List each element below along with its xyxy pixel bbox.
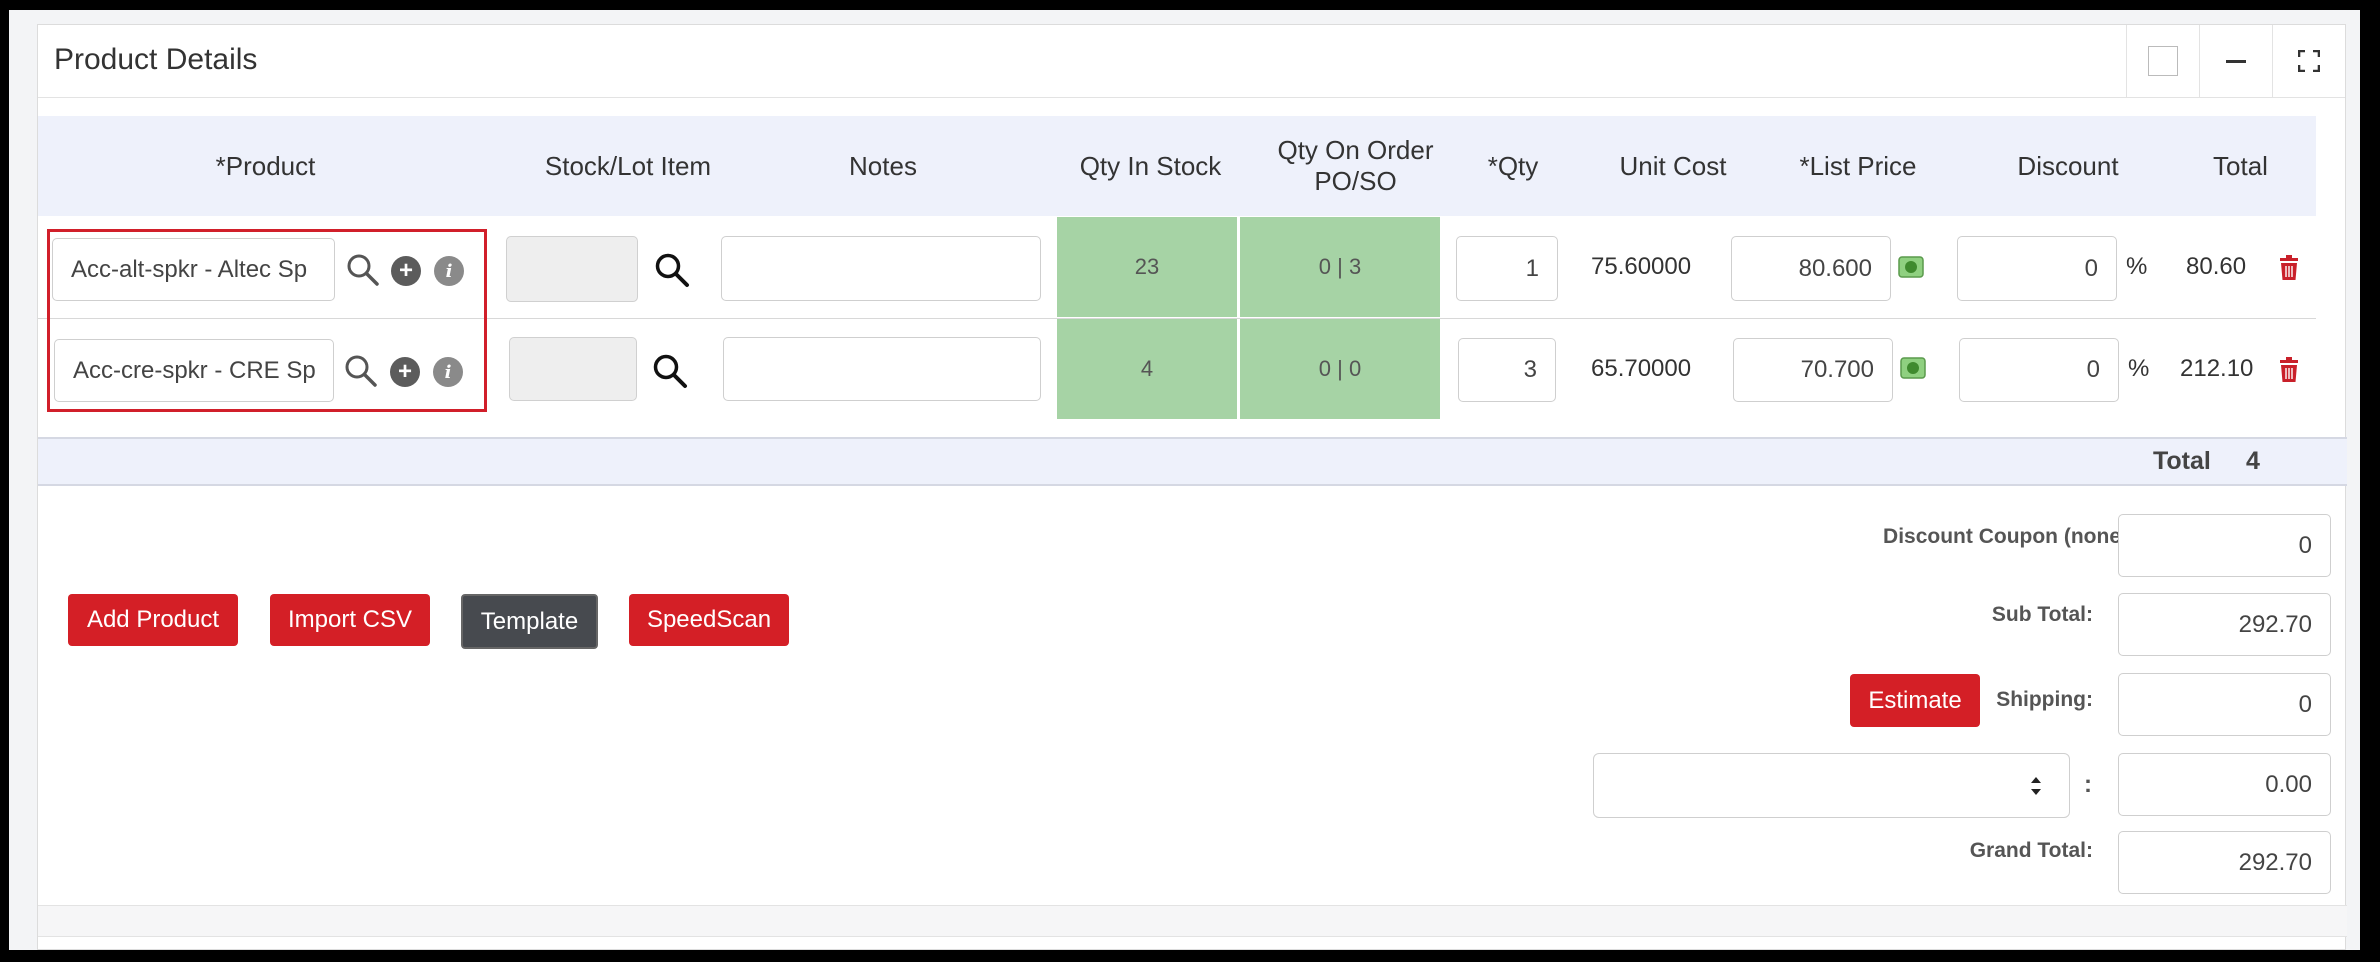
notes-textarea[interactable] bbox=[723, 337, 1041, 401]
col-product: *Product bbox=[215, 150, 316, 181]
list-price-input[interactable]: 70.700 bbox=[1733, 338, 1893, 402]
total-label: Total bbox=[2153, 447, 2211, 475]
qty-input[interactable]: 3 bbox=[1458, 338, 1556, 402]
price-history-icon[interactable] bbox=[1898, 254, 1924, 280]
stock-lot-input[interactable] bbox=[506, 236, 638, 302]
product-highlight-box bbox=[47, 229, 487, 412]
grand-total-input[interactable]: 292.70 bbox=[2118, 831, 2331, 894]
qty-on-order-cell: 0 | 0 bbox=[1240, 319, 1440, 419]
panel-title: Product Details bbox=[54, 43, 258, 76]
product-details-panel: Product Details *Product Stock/Lot Item … bbox=[37, 24, 2347, 950]
discount-coupon-input[interactable]: 0 bbox=[2118, 514, 2331, 577]
minimize-button[interactable] bbox=[2199, 25, 2272, 97]
fullscreen-button[interactable] bbox=[2272, 25, 2345, 97]
select-arrows-icon bbox=[2031, 777, 2041, 795]
grand-total-label: Grand Total: bbox=[1969, 839, 2093, 862]
row-total: 80.60 bbox=[2186, 253, 2247, 280]
tax-separator: : bbox=[2084, 771, 2092, 798]
list-price-input[interactable]: 80.600 bbox=[1731, 236, 1891, 301]
notes-textarea[interactable] bbox=[721, 236, 1041, 301]
col-total: Total bbox=[2213, 150, 2268, 181]
discount-unit: % bbox=[2126, 253, 2148, 280]
search-icon[interactable] bbox=[652, 353, 688, 389]
col-stock-lot: Stock/Lot Item bbox=[544, 150, 712, 181]
total-quantity: 4 bbox=[2246, 447, 2260, 475]
expand-icon bbox=[2298, 50, 2320, 72]
col-qty-in-stock: Qty In Stock bbox=[1079, 150, 1222, 181]
speedscan-button[interactable]: SpeedScan bbox=[629, 594, 789, 646]
col-qty: *Qty bbox=[1487, 150, 1539, 181]
panel-header: Product Details bbox=[38, 25, 2345, 98]
discount-unit: % bbox=[2128, 355, 2150, 382]
shipping-input[interactable]: 0 bbox=[2118, 673, 2331, 736]
row-total: 212.10 bbox=[2180, 355, 2254, 382]
table-header: *Product Stock/Lot Item Notes Qty In Sto… bbox=[38, 116, 2316, 216]
discount-coupon-label: Discount Coupon (none) bbox=[1883, 525, 2128, 548]
minimize-icon bbox=[2226, 59, 2246, 63]
shipping-label: Shipping: bbox=[1996, 688, 2093, 711]
import-csv-button[interactable]: Import CSV bbox=[270, 594, 430, 646]
panel-footer bbox=[38, 905, 2347, 937]
checkbox-button[interactable] bbox=[2126, 25, 2199, 97]
qty-on-order-cell: 0 | 3 bbox=[1240, 217, 1440, 317]
col-list-price: *List Price bbox=[1799, 150, 1917, 181]
price-history-icon[interactable] bbox=[1900, 355, 1926, 381]
window-frame: Product Details *Product Stock/Lot Item … bbox=[9, 10, 2360, 950]
stock-lot-input[interactable] bbox=[509, 337, 637, 401]
add-product-button[interactable]: Add Product bbox=[68, 594, 238, 646]
discount-input[interactable]: 0 bbox=[1957, 236, 2117, 301]
trash-icon[interactable] bbox=[2278, 255, 2300, 281]
sub-total-input[interactable]: 292.70 bbox=[2118, 593, 2331, 656]
qty-in-stock-cell: 23 bbox=[1057, 217, 1237, 317]
col-notes: Notes bbox=[849, 150, 917, 181]
qty-in-stock-cell: 4 bbox=[1057, 319, 1237, 419]
unit-cost: 65.70000 bbox=[1591, 355, 1692, 382]
tax-select[interactable] bbox=[1593, 753, 2070, 818]
tax-input[interactable]: 0.00 bbox=[2118, 753, 2331, 816]
quantity-total-bar: Total 4 bbox=[38, 437, 2347, 486]
trash-icon[interactable] bbox=[2278, 357, 2300, 383]
estimate-shipping-button[interactable]: Estimate bbox=[1850, 674, 1980, 727]
search-icon[interactable] bbox=[654, 252, 690, 288]
template-button[interactable]: Template bbox=[461, 594, 598, 649]
checkbox-icon bbox=[2148, 46, 2178, 76]
unit-cost: 75.60000 bbox=[1591, 253, 1692, 280]
sub-total-label: Sub Total: bbox=[1991, 603, 2093, 626]
discount-input[interactable]: 0 bbox=[1959, 338, 2119, 402]
col-qty-on-order: Qty On Order PO/SO bbox=[1277, 135, 1434, 196]
col-unit-cost: Unit Cost bbox=[1619, 150, 1727, 181]
col-discount: Discount bbox=[2017, 150, 2119, 181]
qty-input[interactable]: 1 bbox=[1456, 236, 1558, 301]
